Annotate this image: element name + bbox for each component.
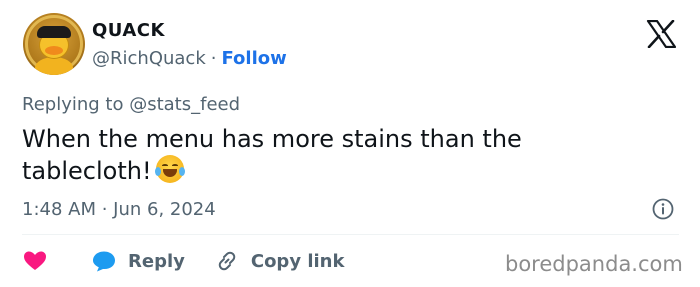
divider xyxy=(22,234,679,235)
avatar[interactable] xyxy=(23,13,85,75)
action-bar: Reply Copy link xyxy=(22,248,344,274)
author-handle[interactable]: @RichQuack xyxy=(92,48,206,69)
link-icon xyxy=(218,251,236,271)
face-with-tears-of-joy-icon xyxy=(154,155,185,183)
replying-mention[interactable]: @stats_feed xyxy=(129,94,240,115)
handle-row: @RichQuack · Follow xyxy=(92,48,287,69)
watermark: boredpanda.com xyxy=(505,252,683,276)
reply-label: Reply xyxy=(128,250,185,272)
copy-link-label: Copy link xyxy=(250,250,345,272)
tweet-body: When the menu has more stains than the t… xyxy=(22,125,522,185)
reply-button[interactable]: Reply xyxy=(92,250,185,272)
avatar-duck-hat xyxy=(37,26,71,38)
timestamp[interactable]: 1:48 AM · Jun 6, 2024 xyxy=(22,199,216,220)
copy-link-button[interactable]: Copy link xyxy=(215,249,345,273)
info-icon[interactable] xyxy=(652,198,674,220)
author-name[interactable]: QUACK xyxy=(92,20,165,41)
replying-to: Replying to @stats_feed xyxy=(22,94,240,115)
emoji-eye-right xyxy=(171,164,178,167)
emoji-mouth xyxy=(162,169,177,177)
emoji-tear-left xyxy=(154,167,161,176)
avatar-duck-body xyxy=(35,57,73,75)
emoji-eye-left xyxy=(161,164,168,167)
tweet-text: When the menu has more stains than the t… xyxy=(22,123,622,187)
heart-icon[interactable] xyxy=(22,248,48,274)
follow-button[interactable]: Follow xyxy=(221,48,286,69)
reply-bubble-icon xyxy=(93,251,115,272)
x-logo-icon[interactable] xyxy=(646,20,676,48)
separator-dot: · xyxy=(210,48,217,69)
replying-prefix: Replying to xyxy=(22,94,124,115)
emoji-tear-right xyxy=(178,167,185,176)
avatar-duck-beak xyxy=(45,46,63,55)
